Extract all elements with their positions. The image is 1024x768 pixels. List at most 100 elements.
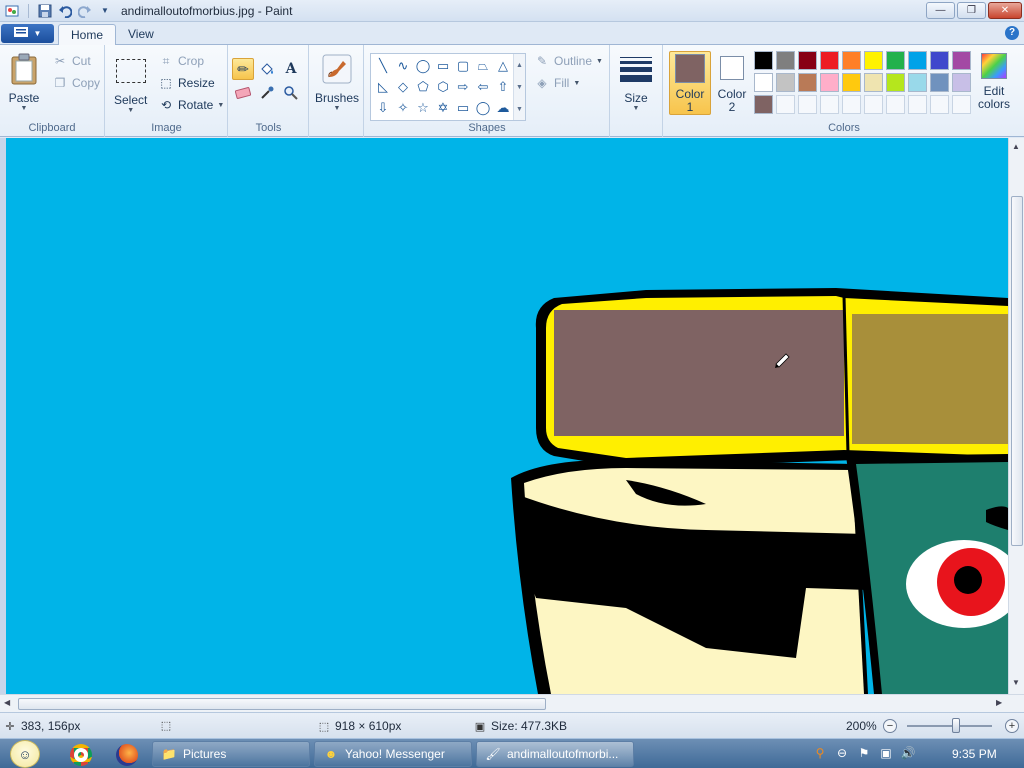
scroll-down-icon[interactable]: ▼ (1012, 678, 1020, 687)
chevron-down-icon[interactable]: ▼ (516, 84, 523, 91)
close-button[interactable]: ✕ (988, 2, 1022, 19)
palette-swatch[interactable] (864, 95, 883, 114)
scroll-up-icon[interactable]: ▲ (1012, 142, 1020, 151)
crop-button[interactable]: ⌗ Crop (158, 53, 204, 69)
zoom-slider-thumb[interactable] (952, 718, 960, 733)
volume-icon[interactable]: 🔊 (900, 745, 916, 761)
taskbar-item[interactable]: 🖌 andimalloutofmorbi... (476, 741, 634, 767)
hexagon-shape-icon[interactable]: ⬡ (433, 77, 453, 97)
horizontal-scrollbar[interactable]: ◀ ▶ (0, 694, 1024, 712)
four-point-star-shape-icon[interactable]: ✧ (393, 98, 413, 118)
magnifier-icon[interactable] (280, 82, 302, 104)
restore-button[interactable]: ❐ (957, 2, 986, 19)
palette-swatch[interactable] (754, 73, 773, 92)
edit-colors-button[interactable]: Edit colors (974, 53, 1014, 117)
oval-callout-shape-icon[interactable]: ◯ (473, 98, 493, 118)
right-arrow-shape-icon[interactable]: ⇨ (453, 77, 473, 97)
palette-swatch[interactable] (952, 51, 971, 70)
rounded-rectangle-shape-icon[interactable]: ▢ (453, 56, 473, 76)
expand-gallery-icon[interactable]: ▼ (516, 106, 523, 113)
zoom-slider-track[interactable] (907, 725, 992, 727)
five-point-star-shape-icon[interactable]: ☆ (413, 98, 433, 118)
palette-swatch[interactable] (842, 73, 861, 92)
customize-qat-icon[interactable]: ▼ (97, 3, 113, 19)
cut-button[interactable]: ✂ Cut (52, 53, 91, 69)
palette-swatch[interactable] (798, 73, 817, 92)
zoom-in-button[interactable]: + (1005, 719, 1019, 733)
down-arrow-shape-icon[interactable]: ⇩ (373, 98, 393, 118)
firefox-icon[interactable] (116, 744, 138, 766)
brushes-button[interactable]: Brushes ▼ (315, 53, 359, 112)
line-shape-icon[interactable]: ╲ (373, 56, 393, 76)
chevron-up-icon[interactable]: ▲ (516, 62, 523, 69)
copy-button[interactable]: ❐ Copy (52, 75, 100, 91)
six-point-star-shape-icon[interactable]: ✡ (433, 98, 453, 118)
curve-shape-icon[interactable]: ∿ (393, 56, 413, 76)
undo-icon[interactable] (57, 3, 73, 19)
rotate-button[interactable]: ⟲ Rotate ▼ (158, 97, 224, 113)
drawing-canvas[interactable] (6, 138, 1008, 694)
palette-swatch[interactable] (886, 51, 905, 70)
polygon-shape-icon[interactable]: ⏢ (473, 56, 493, 76)
text-icon[interactable]: A (280, 58, 302, 80)
vertical-scrollbar[interactable]: ▲ ▼ (1008, 138, 1024, 694)
rectangle-callout-shape-icon[interactable]: ▭ (453, 98, 473, 118)
palette-swatch[interactable] (798, 95, 817, 114)
tab-home[interactable]: Home (58, 24, 117, 45)
palette-swatch[interactable] (754, 51, 773, 70)
color-2-button[interactable]: Color 2 (712, 53, 752, 117)
palette-swatch[interactable] (798, 51, 817, 70)
left-arrow-shape-icon[interactable]: ⇦ (473, 77, 493, 97)
palette-swatch[interactable] (820, 51, 839, 70)
pentagon-shape-icon[interactable]: ⬠ (413, 77, 433, 97)
start-button[interactable]: ☺ (4, 739, 46, 768)
palette-swatch[interactable] (952, 95, 971, 114)
save-icon[interactable] (37, 3, 53, 19)
diamond-shape-icon[interactable]: ◇ (393, 77, 413, 97)
palette-swatch[interactable] (842, 51, 861, 70)
scroll-right-icon[interactable]: ▶ (996, 698, 1002, 707)
right-triangle-shape-icon[interactable]: ◺ (373, 77, 393, 97)
palette-swatch[interactable] (754, 95, 773, 114)
taskbar-item[interactable]: 📁 Pictures (152, 741, 310, 767)
palette-swatch[interactable] (908, 73, 927, 92)
triangle-shape-icon[interactable]: △ (493, 56, 513, 76)
palette-swatch[interactable] (864, 51, 883, 70)
oval-shape-icon[interactable]: ◯ (413, 56, 433, 76)
search-icon[interactable]: ⚲ (812, 745, 828, 761)
paint-menu-button[interactable]: ▼ (1, 24, 54, 43)
monitor-icon[interactable]: ▣ (878, 745, 894, 761)
eraser-icon[interactable] (232, 82, 254, 104)
palette-swatch[interactable] (776, 95, 795, 114)
palette-swatch[interactable] (820, 95, 839, 114)
palette-swatch[interactable] (776, 73, 795, 92)
palette-swatch[interactable] (908, 95, 927, 114)
palette-swatch[interactable] (842, 95, 861, 114)
help-icon[interactable]: ? (1005, 26, 1019, 40)
network-icon[interactable]: ⚑ (856, 745, 872, 761)
chrome-icon[interactable] (70, 744, 92, 766)
palette-swatch[interactable] (820, 73, 839, 92)
palette-swatch[interactable] (776, 51, 795, 70)
paste-button[interactable]: Paste ▼ (8, 53, 40, 112)
outline-button[interactable]: ✎ Outline ▼ (534, 53, 603, 69)
fill-icon[interactable] (256, 58, 278, 80)
redo-icon[interactable] (77, 3, 93, 19)
palette-swatch[interactable] (886, 95, 905, 114)
taskbar-item[interactable]: ☻ Yahoo! Messenger (314, 741, 472, 767)
resize-button[interactable]: ⬚ Resize (158, 75, 214, 91)
tab-view[interactable]: View (116, 24, 166, 45)
fill-button[interactable]: ◈ Fill ▼ (534, 75, 580, 91)
minus-circle-icon[interactable]: ⊖ (834, 745, 850, 761)
horizontal-scroll-thumb[interactable] (18, 698, 546, 710)
palette-swatch[interactable] (952, 73, 971, 92)
select-button[interactable]: Select ▼ (114, 55, 147, 114)
pencil-icon[interactable]: ✏ (232, 58, 254, 80)
palette-swatch[interactable] (930, 95, 949, 114)
size-button[interactable]: Size ▼ (620, 53, 652, 112)
palette-swatch[interactable] (930, 73, 949, 92)
palette-swatch[interactable] (886, 73, 905, 92)
shapes-scrollbar[interactable]: ▲ ▼ ▼ (513, 54, 525, 120)
cloud-callout-shape-icon[interactable]: ☁ (493, 98, 513, 118)
up-arrow-shape-icon[interactable]: ⇧ (493, 77, 513, 97)
